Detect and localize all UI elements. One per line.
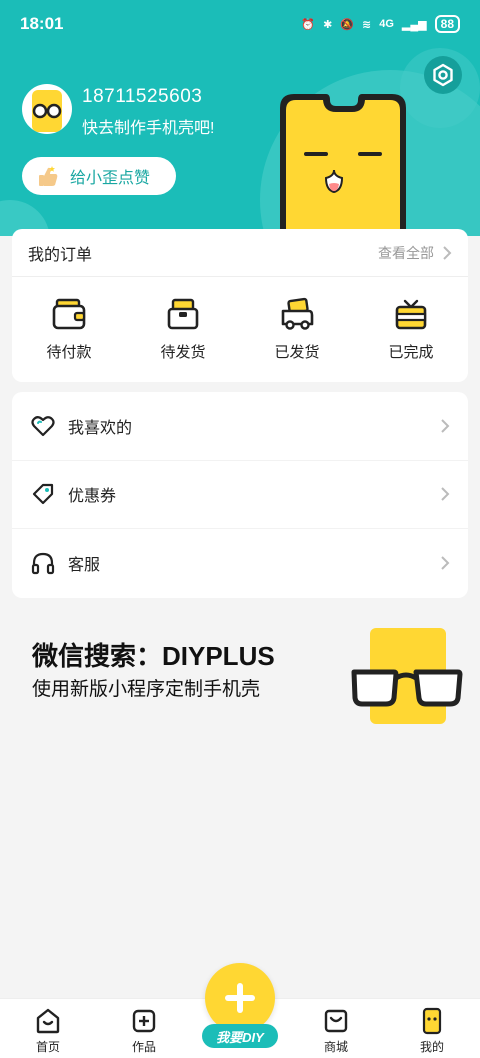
- order-pending-shipment[interactable]: 待发货: [126, 297, 240, 362]
- order-label: 待付款: [46, 344, 92, 361]
- wechat-promo-banner[interactable]: 微信搜索：DIYPLUS 使用新版小程序定制手机壳: [0, 618, 480, 738]
- menu-label: 我喜欢的: [68, 419, 133, 437]
- status-time: 18:01: [20, 14, 64, 33]
- alarm-icon: ⏰: [301, 18, 316, 31]
- menu-label: 客服: [68, 557, 101, 575]
- order-shipped[interactable]: 已发货: [240, 297, 354, 362]
- avatar[interactable]: [22, 84, 72, 134]
- mute-icon: 🔕: [340, 18, 355, 31]
- like-button[interactable]: 给小歪点赞: [22, 157, 176, 195]
- user-phone-number: 18711525603: [82, 86, 203, 107]
- menu-item-customer-service[interactable]: 客服: [12, 529, 468, 598]
- headset-icon: [31, 553, 55, 575]
- mascot-phone-icon: [422, 1007, 442, 1035]
- network-label: 4G: [379, 18, 394, 30]
- tab-mine[interactable]: 我的: [384, 999, 480, 1058]
- diy-create-button[interactable]: [205, 963, 275, 1033]
- plus-icon: [225, 983, 255, 1013]
- thumbs-up-icon: [39, 166, 58, 186]
- menu-item-coupons[interactable]: 优惠券: [12, 461, 468, 530]
- orders-card: 我的订单 查看全部 待付款 待发货 已发货 已完成: [12, 229, 468, 382]
- battery-indicator: 88: [434, 15, 460, 33]
- order-label: 已发货: [274, 344, 320, 361]
- promo-title: 微信搜索：DIYPLUS: [32, 641, 275, 671]
- order-completed[interactable]: 已完成: [354, 297, 468, 362]
- chevron-right-icon: [441, 487, 450, 502]
- chevron-right-icon: [443, 245, 452, 260]
- view-all-orders-link[interactable]: 查看全部: [378, 243, 452, 263]
- tab-label: 首页: [35, 1040, 60, 1054]
- home-icon: [36, 1008, 60, 1034]
- mascot-phone-illustration: [280, 94, 406, 234]
- shopping-bag-icon: [324, 1009, 348, 1033]
- signal-icon: ▂▄▆: [401, 18, 427, 31]
- like-button-label: 给小歪点赞: [70, 170, 151, 187]
- truck-icon: [281, 297, 314, 330]
- add-square-icon: [132, 1009, 156, 1033]
- avatar-phone-glasses-icon: [32, 90, 62, 132]
- order-pending-payment[interactable]: 待付款: [12, 297, 126, 362]
- gift-icon: [395, 299, 427, 330]
- gear-icon: [433, 63, 453, 87]
- heart-icon: [31, 415, 55, 436]
- package-icon: [167, 298, 199, 330]
- coupon-icon: [32, 484, 54, 505]
- order-label: 待发货: [160, 344, 206, 361]
- phone-glasses-illustration: [351, 628, 463, 724]
- diy-button-label[interactable]: 我要DIY: [202, 1024, 278, 1048]
- status-bar: 18:01 ⏰ ✱ 🔕 ≋ 4G ▂▄▆ 88: [0, 0, 480, 48]
- chevron-right-icon: [441, 556, 450, 571]
- orders-title: 我的订单: [28, 246, 93, 264]
- tab-shop[interactable]: 商城: [288, 999, 384, 1058]
- tab-label: 我的: [419, 1040, 444, 1054]
- promo-subtitle: 使用新版小程序定制手机壳: [32, 679, 261, 700]
- profile-slogan: 快去制作手机壳吧!: [82, 120, 215, 137]
- tab-label: 作品: [131, 1040, 156, 1054]
- menu-item-favorites[interactable]: 我喜欢的: [12, 392, 468, 461]
- order-label: 已完成: [388, 344, 434, 361]
- menu-card: 我喜欢的 优惠券 客服: [12, 392, 468, 598]
- chevron-right-icon: [441, 419, 450, 433]
- wifi-icon: ≋: [362, 18, 372, 31]
- menu-label: 优惠券: [68, 488, 117, 506]
- bluetooth-icon: ✱: [323, 18, 333, 31]
- settings-button[interactable]: [424, 56, 462, 94]
- wallet-icon: [52, 298, 86, 330]
- tab-works[interactable]: 作品: [96, 999, 192, 1058]
- tab-home[interactable]: 首页: [0, 999, 96, 1058]
- view-all-label: 查看全部: [378, 244, 434, 261]
- tab-label: 商城: [323, 1040, 348, 1054]
